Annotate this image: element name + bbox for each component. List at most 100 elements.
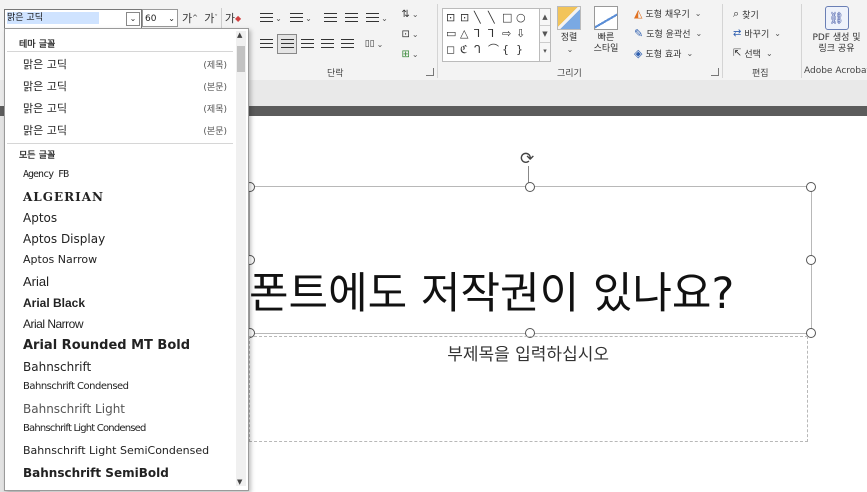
font-size-value[interactable]: 60 — [145, 14, 156, 24]
text-direction-icon[interactable]: ⇅ ⌄ — [398, 6, 422, 22]
brace-left-shape-icon[interactable]: { — [502, 44, 509, 55]
pdf-icon: ⛓ — [824, 6, 849, 30]
font-list-scrollbar[interactable]: ▲ ▼ — [236, 31, 246, 486]
shape-effects-button[interactable]: ◈ 도형 효과 ⌄ — [634, 47, 693, 60]
quick-styles-button[interactable]: 빠른 스타일 — [586, 6, 626, 55]
callout-shape-icon[interactable]: ◻ — [446, 44, 455, 55]
font-item[interactable]: Aptos Narrow — [5, 250, 233, 271]
theme-font-item[interactable]: 맑은 고딕 (본문) — [5, 119, 233, 140]
grow-font-button[interactable]: 가 ^ — [181, 10, 199, 26]
clear-formatting-button[interactable]: 가 ◆ — [224, 10, 242, 26]
shape-fill-button[interactable]: ◭ 도형 채우기 ⌄ — [634, 7, 701, 20]
font-item[interactable]: Bahnschrift Light — [5, 399, 233, 420]
numbering-button[interactable]: ⌄ — [288, 10, 314, 26]
paragraph-launcher-icon[interactable] — [426, 68, 434, 76]
slide-title[interactable]: 폰트에도 저작권이 있나요? — [249, 266, 824, 322]
line2-shape-icon[interactable]: ╲ — [488, 12, 495, 23]
theme-font-item[interactable]: 맑은 고딕 (본문) — [5, 75, 233, 96]
drawing-group-label: 그리기 — [557, 69, 582, 79]
columns-button[interactable]: ▯▯ ⌄ — [362, 36, 386, 52]
shapes-scrollbar[interactable]: ▲ ▼ ▾ — [539, 8, 551, 62]
elbow-shape-icon[interactable]: ⅂ — [474, 28, 480, 39]
elbow2-shape-icon[interactable]: ⅂ — [488, 28, 494, 39]
effects-icon: ◈ — [634, 47, 643, 60]
font-item[interactable]: Bahnschrift — [5, 357, 233, 378]
drawing-launcher-icon[interactable] — [711, 68, 719, 76]
line-shape-icon[interactable]: ╲ — [474, 12, 481, 23]
brace-right-shape-icon[interactable]: } — [516, 44, 523, 55]
font-name-combobox[interactable]: 맑은 고딕 ⌄ — [4, 9, 142, 29]
font-dropdown-chevron-icon[interactable]: ⌄ — [126, 12, 140, 26]
align-center-button[interactable] — [277, 34, 297, 54]
search-icon: ⌕ — [733, 7, 740, 20]
theme-fonts-header: 테마 글꼴 — [19, 40, 56, 50]
quick-styles-label: 빠른 스타일 — [593, 33, 619, 54]
arrange-icon — [557, 6, 581, 30]
align-right-button[interactable] — [299, 36, 315, 52]
scroll-up-icon[interactable]: ▲ — [540, 9, 550, 26]
font-size-chevron-icon[interactable]: ⌄ — [168, 10, 175, 28]
bullets-button[interactable]: ⌄ — [258, 10, 284, 26]
arrange-button[interactable]: 정렬 ⌄ — [554, 6, 584, 56]
align-left-button[interactable] — [258, 36, 274, 52]
pen-icon: ✎ — [634, 27, 644, 40]
font-list-dropdown[interactable]: 테마 글꼴 맑은 고딕 (제목) 맑은 고딕 (본문) 맑은 고딕 (제목) 맑… — [4, 28, 249, 491]
font-list-scroll-thumb[interactable] — [237, 46, 245, 72]
more-shapes-icon[interactable]: ▾ — [540, 43, 550, 59]
scroll-down-icon[interactable]: ▼ — [237, 478, 242, 486]
increase-indent-button[interactable] — [343, 10, 359, 26]
shrink-font-button[interactable]: 가ˇ — [202, 10, 220, 26]
font-item[interactable]: Bahnschrift SemiBold — [5, 463, 233, 484]
theme-font-item[interactable]: 맑은 고딕 (제목) — [5, 97, 233, 118]
justify-button[interactable] — [319, 36, 335, 52]
resize-handle-right[interactable] — [806, 255, 816, 265]
freeform-shape-icon[interactable]: ᒉ — [474, 44, 481, 55]
curve-shape-icon[interactable]: ℭ — [460, 44, 468, 55]
font-item[interactable]: Bahnschrift Condensed — [5, 378, 233, 399]
font-item[interactable]: Aptos Display — [5, 229, 233, 250]
shape-outline-button[interactable]: ✎ 도형 윤곽선 ⌄ — [634, 27, 702, 40]
font-size-combobox[interactable]: 60 ⌄ — [142, 9, 178, 27]
rounded-rect-shape-icon[interactable]: ▭ — [446, 28, 456, 39]
font-item[interactable]: Arial Black — [5, 293, 233, 314]
cursor-icon: ⇱ — [733, 48, 742, 59]
paragraph-group-label: 단락 — [327, 69, 344, 79]
textbox-shape-icon[interactable]: ⊡ — [446, 12, 455, 23]
font-item[interactable]: Arial — [5, 271, 233, 292]
triangle-shape-icon[interactable]: △ — [460, 28, 468, 39]
select-button[interactable]: ⇱ 선택 ⌄ — [733, 47, 773, 60]
font-name-input[interactable]: 맑은 고딕 — [7, 12, 99, 24]
resize-handle-top[interactable] — [525, 182, 535, 192]
shapes-gallery[interactable]: ⊡ ⊡ ╲ ╲ □ ○ ▭ △ ⅂ ⅂ ⇨ ⇩ ◻ ℭ ᒉ ⌒ { } — [442, 8, 540, 62]
paint-bucket-icon: ◭ — [634, 7, 643, 20]
font-item[interactable]: Arial Narrow — [5, 314, 233, 335]
font-item[interactable]: Aptos — [5, 208, 233, 229]
all-fonts-header: 모든 글꼴 — [19, 151, 56, 161]
distributed-button[interactable] — [339, 36, 355, 52]
resize-handle-top-right[interactable] — [806, 182, 816, 192]
font-item[interactable]: ALGERIAN — [5, 187, 233, 208]
scroll-down-icon[interactable]: ▼ — [540, 26, 550, 43]
create-pdf-button[interactable]: ⛓ PDF 생성 및 링크 공유 — [806, 6, 867, 55]
oval-shape-icon[interactable]: ○ — [516, 12, 526, 23]
theme-font-item[interactable]: 맑은 고딕 (제목) — [5, 53, 233, 74]
align-text-icon[interactable]: ⊡ ⌄ — [398, 26, 422, 42]
quick-styles-icon — [594, 6, 618, 30]
smartart-icon[interactable]: ⊞ ⌄ — [398, 46, 422, 62]
down-arrow-shape-icon[interactable]: ⇩ — [516, 28, 525, 39]
line-spacing-button[interactable]: ⌄ — [364, 10, 390, 26]
decrease-indent-button[interactable] — [322, 10, 338, 26]
rectangle-shape-icon[interactable]: □ — [502, 12, 512, 23]
replace-button[interactable]: ⇄ 바꾸기 ⌄ — [733, 27, 781, 40]
editing-group-label: 편집 — [752, 69, 769, 79]
slide-subtitle[interactable]: 부제목을 입력하십시오 — [249, 340, 609, 365]
font-item[interactable]: Bahnschrift Light SemiCondensed — [5, 441, 233, 462]
font-item[interactable]: Bahnschrift Light Condensed — [5, 420, 233, 441]
find-button[interactable]: ⌕ 찾기 — [733, 7, 759, 21]
vertical-textbox-shape-icon[interactable]: ⊡ — [460, 12, 469, 23]
font-item[interactable]: Arial Rounded MT Bold — [5, 335, 233, 356]
font-item[interactable]: Agency FB — [5, 166, 233, 187]
scroll-up-icon[interactable]: ▲ — [237, 31, 242, 39]
right-arrow-shape-icon[interactable]: ⇨ — [502, 28, 511, 39]
arc-shape-icon[interactable]: ⌒ — [488, 44, 499, 55]
